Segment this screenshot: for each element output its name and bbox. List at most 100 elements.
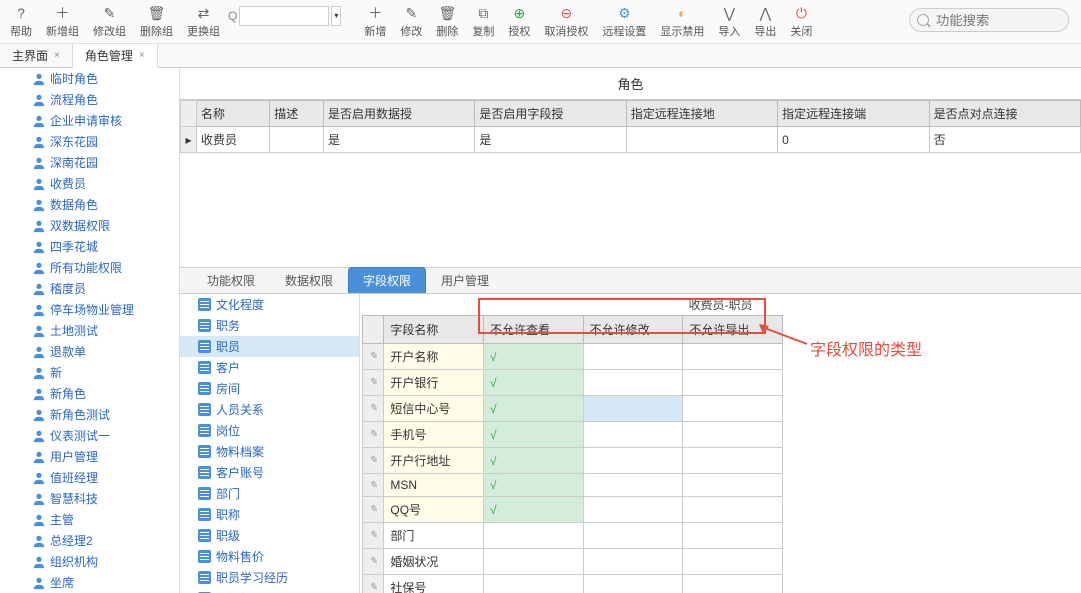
close-icon[interactable]: × [54,50,60,61]
tree-item[interactable]: 仪表测试一 [0,425,179,446]
noedit-cell[interactable] [583,448,683,474]
tree-item[interactable]: 值班经理 [0,467,179,488]
noexport-cell[interactable] [683,422,783,448]
entity-item[interactable]: 客户账号 [180,462,359,483]
noexport-cell[interactable] [683,448,783,474]
close-icon[interactable]: × [139,50,145,61]
noview-cell[interactable]: √ [484,344,584,370]
tree-item[interactable]: 深东花园 [0,131,179,152]
table-row[interactable]: ✎婚姻状况 [363,549,783,575]
editgroup-button[interactable]: ✎修改组 [87,2,132,41]
noview-cell[interactable]: √ [484,370,584,396]
tree-item[interactable]: 用户管理 [0,446,179,467]
entity-item[interactable]: 岗位 [180,420,359,441]
table-cell[interactable]: 是 [324,127,475,153]
noview-cell[interactable]: √ [484,396,584,422]
close-button[interactable]: ⏻关闭 [784,2,818,41]
noview-cell[interactable]: √ [484,497,584,523]
field-name-cell[interactable]: 手机号 [384,422,484,448]
table-row[interactable]: ✎社保号 [363,575,783,593]
table-row[interactable]: ✎开户名称√ [363,344,783,370]
noedit-cell[interactable] [583,575,683,593]
auth-button[interactable]: ⊕授权 [502,2,536,41]
edit-button[interactable]: ✎修改 [394,2,428,41]
noexport-cell[interactable] [683,549,783,575]
tree-item[interactable]: 主管 [0,509,179,530]
tree-item[interactable]: 智慧科技 [0,488,179,509]
table-row[interactable]: ▸收费员是是0否 [181,127,1081,153]
unauth-button[interactable]: ⊖取消授权 [538,2,594,41]
column-header[interactable]: 字段名称 [384,316,484,344]
column-header[interactable]: 不允许导出 [683,316,783,344]
tree-item[interactable]: 数据角色 [0,194,179,215]
subtab[interactable]: 字段权限 [348,267,426,293]
entity-item[interactable]: 职员 [180,336,359,357]
entity-item[interactable]: 客户 [180,357,359,378]
subtab[interactable]: 数据权限 [270,267,348,293]
noexport-cell[interactable] [683,396,783,422]
tab-main[interactable]: 主界面× [0,44,73,67]
tree-item[interactable]: 临时角色 [0,68,179,89]
noedit-cell[interactable] [583,549,683,575]
table-cell[interactable]: 收费员 [197,127,270,153]
table-cell[interactable]: 0 [778,127,929,153]
subtab[interactable]: 功能权限 [192,267,270,293]
export-button[interactable]: ⋀导出 [748,2,782,41]
noedit-cell[interactable] [583,422,683,448]
entity-item[interactable]: 职务 [180,315,359,336]
toolbar-search-input[interactable] [239,6,329,26]
delete-button[interactable]: 🗑删除 [430,2,464,41]
tree-item[interactable]: 组织机构 [0,551,179,572]
table-row[interactable]: ✎短信中心号√ [363,396,783,422]
toolbar-search-dropdown[interactable]: ▾ [331,6,341,26]
entity-list-sidebar[interactable]: 文化程度职务职员客户房间人员关系岗位物料档案客户账号部门职称职级物料售价职员学习… [180,294,360,593]
entity-item[interactable]: 人员关系 [180,399,359,420]
tree-item[interactable]: 停车场物业管理 [0,299,179,320]
table-row[interactable]: ✎部门 [363,523,783,549]
field-name-cell[interactable]: 部门 [384,523,484,549]
field-permission-grid[interactable]: 字段名称不允许查看不允许修改不允许导出 ✎开户名称√✎开户银行√✎短信中心号√✎… [362,315,783,593]
noexport-cell[interactable] [683,370,783,396]
column-header[interactable]: 是否点对点连接 [929,101,1080,127]
tree-item[interactable]: 土地测试 [0,320,179,341]
column-header[interactable]: 指定远程连接端 [778,101,929,127]
tab-role[interactable]: 角色管理× [73,44,158,68]
table-cell[interactable]: 是 [475,127,626,153]
entity-item[interactable]: 职称 [180,504,359,525]
tree-item[interactable]: 新角色测试 [0,404,179,425]
entity-item[interactable]: 工作经历 [180,588,359,593]
tree-item[interactable]: 深南花园 [0,152,179,173]
field-name-cell[interactable]: 短信中心号 [384,396,484,422]
swapgroup-button[interactable]: ⇄更换组 [181,2,226,41]
tree-item[interactable]: 新 [0,362,179,383]
role-tree-sidebar[interactable]: 临时角色流程角色企业申请审核深东花园深南花园收费员数据角色双数据权限四季花城所有… [0,68,180,593]
noview-cell[interactable] [484,575,584,593]
role-grid[interactable]: 名称描述是否启用数据授是否启用字段授指定远程连接地指定远程连接端是否点对点连接 … [180,100,1081,153]
entity-item[interactable]: 物料售价 [180,546,359,567]
field-name-cell[interactable]: 婚姻状况 [384,549,484,575]
tree-item[interactable]: 双数据权限 [0,215,179,236]
tree-item[interactable]: 四季花城 [0,236,179,257]
entity-item[interactable]: 职级 [180,525,359,546]
entity-item[interactable]: 物料档案 [180,441,359,462]
field-name-cell[interactable]: QQ号 [384,497,484,523]
tree-item[interactable]: 新角色 [0,383,179,404]
column-header[interactable]: 名称 [197,101,270,127]
noexport-cell[interactable] [683,497,783,523]
entity-item[interactable]: 职员学习经历 [180,567,359,588]
noview-cell[interactable] [484,523,584,549]
noexport-cell[interactable] [683,474,783,497]
tree-item[interactable]: 坐席 [0,572,179,593]
add-button[interactable]: ＋新增 [358,2,392,41]
tree-item[interactable]: 退款单 [0,341,179,362]
noview-cell[interactable]: √ [484,422,584,448]
entity-item[interactable]: 文化程度 [180,294,359,315]
noedit-cell[interactable] [583,497,683,523]
noedit-cell[interactable] [583,523,683,549]
table-cell[interactable] [270,127,324,153]
noexport-cell[interactable] [683,344,783,370]
noview-cell[interactable]: √ [484,474,584,497]
noedit-cell[interactable] [583,396,683,422]
column-header[interactable]: 是否启用字段授 [475,101,626,127]
noexport-cell[interactable] [683,523,783,549]
